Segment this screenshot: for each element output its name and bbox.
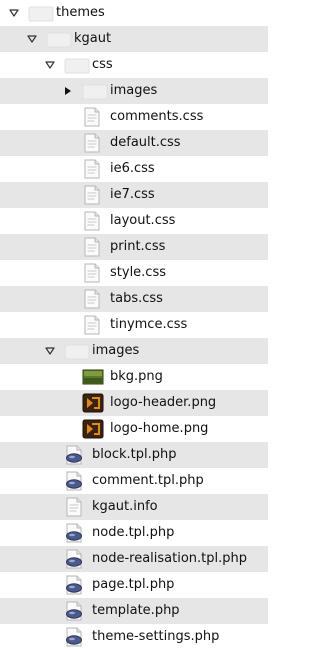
tree-file-row-node-realisation-tpl-php[interactable]: node-realisation.tpl.php [0, 546, 268, 572]
tree-file-row-node-tpl-php[interactable]: node.tpl.php [0, 520, 268, 546]
tree-item-label: kgaut.info [92, 499, 158, 514]
tree-item-label: ie6.css [110, 161, 155, 176]
tree-file-row-logo-home-png[interactable]: logo-home.png [0, 416, 268, 442]
tree-file-row-ie6-css[interactable]: ie6.css [0, 156, 268, 182]
image-file-icon [82, 367, 104, 387]
tree-file-row-comments-css[interactable]: comments.css [0, 104, 268, 130]
tree-item-label: kgaut [74, 31, 112, 46]
expand-arrow-down-icon[interactable] [45, 346, 55, 356]
tree-item-label: logo-home.png [110, 421, 209, 436]
tree-folder-row-css[interactable]: css [0, 52, 268, 78]
tree-item-label: node-realisation.tpl.php [92, 551, 247, 566]
text-file-icon [82, 315, 102, 335]
expand-arrow-down-icon[interactable] [45, 60, 55, 70]
php-file-icon [64, 627, 84, 647]
tree-folder-row-images[interactable]: images [0, 78, 268, 104]
text-file-icon [82, 133, 102, 153]
text-file-icon [82, 159, 102, 179]
tree-folder-row-themes[interactable]: themes [0, 0, 268, 26]
expand-arrow-down-icon[interactable] [9, 8, 19, 18]
tree-item-label: style.css [110, 265, 166, 280]
tree-file-row-default-css[interactable]: default.css [0, 130, 268, 156]
tree-file-row-block-tpl-php[interactable]: block.tpl.php [0, 442, 268, 468]
php-file-icon [64, 575, 84, 595]
folder-icon [64, 55, 90, 75]
tree-file-row-template-php[interactable]: template.php [0, 598, 268, 624]
tree-item-label: tabs.css [110, 291, 163, 306]
tree-item-label: comments.css [110, 109, 204, 124]
tree-file-row-ie7-css[interactable]: ie7.css [0, 182, 268, 208]
tree-file-row-layout-css[interactable]: layout.css [0, 208, 268, 234]
tree-folder-row-images[interactable]: images [0, 338, 268, 364]
text-file-icon [82, 237, 102, 257]
tree-file-row-print-css[interactable]: print.css [0, 234, 268, 260]
tree-file-row-tinymce-css[interactable]: tinymce.css [0, 312, 268, 338]
image-file-icon [82, 419, 104, 439]
tree-file-row-kgaut-info[interactable]: kgaut.info [0, 494, 268, 520]
tree-file-row-comment-tpl-php[interactable]: comment.tpl.php [0, 468, 268, 494]
php-file-icon [64, 549, 84, 569]
tree-file-row-style-css[interactable]: style.css [0, 260, 268, 286]
tree-item-label: print.css [110, 239, 166, 254]
tree-item-label: images [92, 343, 140, 358]
php-file-icon [64, 601, 84, 621]
tree-item-label: layout.css [110, 213, 176, 228]
tree-file-row-tabs-css[interactable]: tabs.css [0, 286, 268, 312]
text-file-icon [82, 185, 102, 205]
image-file-icon [82, 393, 104, 413]
tree-item-label: default.css [110, 135, 181, 150]
file-tree: themes kgaut css images comments.css default.… [0, 0, 268, 648]
tree-item-label: bkg.png [110, 369, 163, 384]
expand-arrow-down-icon[interactable] [27, 34, 37, 44]
tree-item-label: page.tpl.php [92, 577, 175, 592]
tree-file-row-logo-header-png[interactable]: logo-header.png [0, 390, 268, 416]
expand-arrow-right-icon[interactable] [63, 86, 73, 96]
folder-icon [64, 341, 90, 361]
folder-icon [28, 3, 54, 23]
tree-item-label: node.tpl.php [92, 525, 175, 540]
folder-icon [82, 81, 108, 101]
tree-item-label: template.php [92, 603, 180, 618]
text-file-icon [82, 263, 102, 283]
php-file-icon [64, 445, 84, 465]
tree-item-label: theme-settings.php [92, 629, 220, 644]
tree-item-label: css [92, 57, 113, 72]
tree-item-label: images [110, 83, 158, 98]
text-file-icon [64, 497, 84, 517]
text-file-icon [82, 107, 102, 127]
tree-item-label: tinymce.css [110, 317, 188, 332]
folder-icon [46, 29, 72, 49]
tree-item-label: comment.tpl.php [92, 473, 204, 488]
tree-item-label: ie7.css [110, 187, 155, 202]
tree-file-row-bkg-png[interactable]: bkg.png [0, 364, 268, 390]
tree-folder-row-kgaut[interactable]: kgaut [0, 26, 268, 52]
text-file-icon [82, 211, 102, 231]
php-file-icon [64, 523, 84, 543]
php-file-icon [64, 471, 84, 491]
tree-file-row-theme-settings-php[interactable]: theme-settings.php [0, 624, 268, 650]
tree-file-row-page-tpl-php[interactable]: page.tpl.php [0, 572, 268, 598]
tree-item-label: logo-header.png [110, 395, 217, 410]
tree-item-label: block.tpl.php [92, 447, 177, 462]
text-file-icon [82, 289, 102, 309]
tree-item-label: themes [56, 5, 105, 20]
